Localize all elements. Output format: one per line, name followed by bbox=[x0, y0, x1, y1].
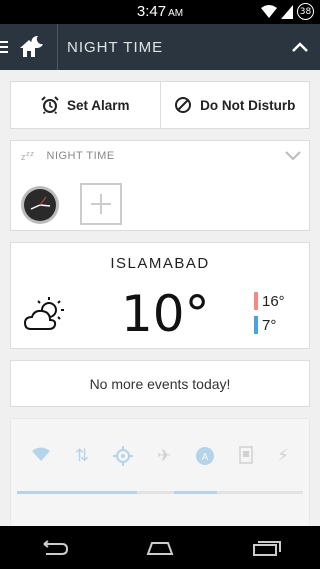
home-icon[interactable] bbox=[144, 541, 176, 555]
menu-icon[interactable] bbox=[0, 41, 8, 53]
do-not-disturb-icon bbox=[175, 97, 192, 113]
toggles-card: ⇅ ✈ A ⚡ bbox=[10, 418, 310, 528]
clock-widget-icon[interactable] bbox=[20, 185, 60, 225]
flash-icon[interactable]: ⚡ bbox=[277, 446, 289, 471]
status-icons: 38 bbox=[261, 3, 314, 20]
low-temperature: 7° bbox=[254, 316, 276, 334]
wifi-signal-icon bbox=[261, 4, 277, 18]
night-time-card: zzz NIGHT TIME bbox=[10, 140, 310, 231]
battery-level: 38 bbox=[299, 6, 312, 17]
night-home-icon bbox=[20, 35, 43, 57]
svg-text:A: A bbox=[202, 452, 209, 463]
high-temp-bar bbox=[254, 292, 258, 310]
alarm-clock-icon bbox=[41, 96, 59, 114]
do-not-disturb-label: Do Not Disturb bbox=[200, 97, 296, 113]
recent-apps-icon[interactable] bbox=[252, 540, 282, 556]
brightness-slider-thumb[interactable] bbox=[174, 491, 218, 494]
navigation-bar bbox=[0, 526, 320, 569]
plus-icon bbox=[91, 194, 111, 214]
wifi-icon[interactable] bbox=[31, 446, 51, 471]
chevron-up-icon bbox=[292, 42, 308, 52]
set-alarm-button[interactable]: Set Alarm bbox=[11, 82, 161, 128]
do-not-disturb-button[interactable]: Do Not Disturb bbox=[161, 82, 310, 128]
cell-signal-icon bbox=[281, 4, 293, 19]
weather-card[interactable]: ISLAMABAD 10° 16° 7° bbox=[10, 242, 310, 349]
back-icon[interactable] bbox=[38, 539, 68, 556]
set-alarm-label: Set Alarm bbox=[66, 97, 130, 113]
sleep-zz-icon: zzz bbox=[21, 149, 35, 162]
brightness-slider[interactable] bbox=[17, 491, 303, 494]
clock-time: 3:47 bbox=[136, 3, 167, 20]
auto-brightness-icon[interactable]: A bbox=[195, 446, 215, 471]
partly-cloudy-icon bbox=[23, 297, 64, 330]
events-message: No more events today! bbox=[89, 375, 231, 392]
app-header: NIGHT TIME bbox=[0, 24, 320, 70]
battery-icon: 38 bbox=[297, 3, 314, 20]
status-bar: 3:47 AM 38 bbox=[0, 0, 320, 24]
gps-icon[interactable] bbox=[113, 446, 134, 471]
quick-actions-card: Set Alarm Do Not Disturb bbox=[10, 81, 310, 129]
events-card[interactable]: No more events today! bbox=[10, 360, 310, 407]
add-widget-button[interactable] bbox=[80, 183, 122, 225]
high-temp-value: 16° bbox=[262, 292, 285, 310]
brightness-slider-fill bbox=[17, 491, 138, 494]
header-title: NIGHT TIME bbox=[67, 38, 164, 56]
airplane-icon[interactable]: ✈ bbox=[157, 446, 171, 471]
current-temperature: 10° bbox=[121, 285, 210, 343]
high-temperature: 16° bbox=[254, 292, 285, 310]
chevron-down-icon[interactable] bbox=[285, 151, 301, 161]
weather-city: ISLAMABAD bbox=[110, 255, 210, 272]
collapse-button[interactable] bbox=[280, 24, 320, 70]
low-temp-bar bbox=[254, 316, 258, 334]
low-temp-value: 7° bbox=[262, 316, 277, 334]
night-time-title: NIGHT TIME bbox=[46, 149, 115, 162]
data-icon[interactable]: ⇅ bbox=[75, 446, 89, 471]
screen-icon[interactable] bbox=[239, 446, 253, 471]
home-button[interactable] bbox=[0, 24, 58, 70]
clock-ampm: AM bbox=[168, 8, 184, 19]
toggle-row: ⇅ ✈ A ⚡ bbox=[11, 446, 309, 471]
night-time-header: zzz NIGHT TIME bbox=[21, 149, 115, 162]
